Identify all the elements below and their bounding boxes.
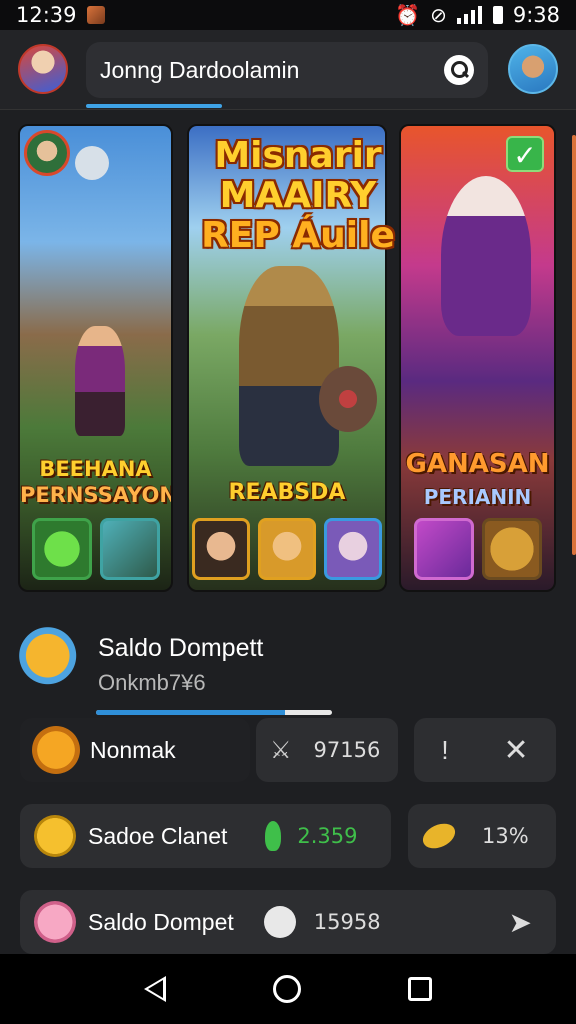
share-arrow-icon[interactable]: ➤	[509, 906, 532, 939]
sword-icon: ⚔	[270, 736, 292, 764]
promo-banner-title: Misnarir MAAIRY REP Áuile	[138, 136, 458, 256]
card-title-line1: BEEHANA	[39, 457, 152, 481]
card-title: BEEHANA PERNSSAYON	[20, 456, 171, 508]
battery-icon	[492, 6, 503, 24]
cat-face-icon	[32, 726, 80, 774]
home-icon[interactable]	[272, 975, 301, 1003]
torch-icon[interactable]: ǃ	[441, 735, 448, 766]
heroine-portrait-icon[interactable]	[192, 518, 250, 580]
profile-avatar[interactable]	[508, 44, 558, 94]
search-bar[interactable]	[86, 42, 488, 98]
banner-line1: Misnarir MAAIRY	[214, 135, 382, 216]
sword-icon[interactable]	[99, 518, 160, 580]
wallet-title: Saldo Dompett	[98, 634, 264, 662]
row-extra-value: 13%	[482, 824, 529, 848]
user-avatar[interactable]	[18, 44, 68, 94]
slime-icon[interactable]	[31, 518, 92, 580]
moon-illustration	[75, 146, 109, 180]
card-thumbnails	[189, 518, 385, 580]
card-title-line2: PERIANIN	[423, 485, 532, 509]
status-bar: 12:39 ⏰ ⊘ 9:38	[0, 0, 576, 30]
row-value: 97156	[313, 738, 381, 762]
pink-cat-icon	[34, 901, 76, 943]
check-icon[interactable]: ✓	[506, 136, 544, 172]
shield-illustration	[319, 366, 377, 432]
system-nav-bar	[0, 954, 576, 1024]
game-carousel[interactable]: BEEHANA PERNSSAYON REABSDA ✓ GANASAN PER…	[18, 124, 558, 594]
row-value: 15958	[313, 910, 381, 934]
row-label-cell[interactable]: Sadoe Clanet 2.359	[20, 804, 391, 868]
banner-line2: REP Áuile	[201, 215, 395, 256]
row-actions: ǃ ✕	[414, 718, 556, 782]
back-icon[interactable]	[143, 976, 166, 1002]
list-item[interactable]: Saldo Dompet 15958 ➤	[20, 890, 556, 954]
card-thumbnails	[20, 518, 171, 580]
status-icons: ⏰ ⊘ 9:38	[395, 3, 560, 28]
elf-portrait-icon[interactable]	[324, 518, 382, 580]
close-icon[interactable]: ✕	[503, 733, 528, 768]
cat-face-icon[interactable]	[481, 518, 542, 580]
row-label: Saldo Dompet	[88, 908, 234, 935]
status-time-right: 9:38	[512, 3, 560, 27]
row-label: Sadoe Clanet	[88, 822, 228, 849]
do-not-disturb-icon: ⊘	[430, 4, 447, 27]
wallet-emoji-icon	[18, 626, 84, 692]
row-value: 2.359	[297, 824, 358, 848]
carousel-scroll-indicator	[572, 135, 576, 555]
leaf-icon	[265, 821, 282, 851]
row-label: Nonmak	[90, 736, 176, 763]
card-title: REABSDA	[228, 480, 346, 505]
list-item[interactable]: Sadoe Clanet 2.359 13%	[20, 804, 556, 868]
card-title-line1: GANASAN	[405, 449, 550, 479]
gold-nugget-icon	[418, 818, 460, 854]
card-title-line2: PERNSSAYON	[20, 483, 173, 507]
progress-fill	[96, 710, 285, 715]
search-icon[interactable]	[444, 55, 474, 85]
magic-sword-icon[interactable]	[413, 518, 474, 580]
signal-icon	[456, 6, 483, 24]
coin-icon	[34, 815, 76, 857]
wallet-section[interactable]: Saldo Dompett Onkmb7¥6	[18, 626, 558, 706]
warrior-illustration	[239, 266, 339, 466]
wallet-progress-bar	[96, 710, 332, 715]
row-label-cell[interactable]: Saldo Dompet 15958 ➤	[20, 890, 556, 954]
card-title: GANASAN PERIANIN	[401, 448, 554, 513]
ghost-icon	[263, 906, 296, 938]
character-badge-icon	[24, 130, 70, 176]
search-input[interactable]	[100, 56, 444, 84]
row-extra-cell[interactable]: 13%	[408, 804, 556, 868]
status-time: 12:39	[16, 3, 77, 27]
card-thumbnails	[401, 518, 554, 580]
list-item[interactable]: Nonmak ⚔ 97156 ǃ ✕	[20, 718, 556, 782]
row-value-cell[interactable]: ⚔ 97156	[256, 718, 398, 782]
hero-illustration	[75, 326, 125, 436]
active-tab-indicator	[86, 104, 222, 108]
row-label-cell[interactable]: Nonmak	[20, 718, 250, 782]
recent-apps-icon[interactable]	[408, 977, 433, 1001]
wallet-subtitle: Onkmb7¥6	[98, 670, 206, 695]
golden-hero-portrait-icon[interactable]	[258, 518, 316, 580]
top-bar	[0, 30, 576, 110]
app-notification-icon	[86, 6, 105, 24]
alarm-icon: ⏰	[395, 4, 421, 27]
